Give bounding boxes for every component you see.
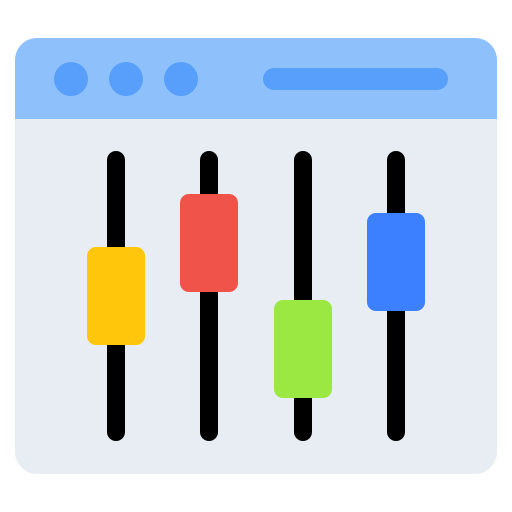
- address-bar[interactable]: [263, 68, 448, 90]
- maximize-icon[interactable]: [164, 62, 198, 96]
- equalizer-panel: [15, 119, 497, 474]
- app-window: [15, 38, 497, 474]
- close-icon[interactable]: [54, 62, 88, 96]
- slider-handle-4[interactable]: [367, 212, 425, 311]
- slider-handle-2[interactable]: [180, 193, 238, 292]
- slider-handle-3[interactable]: [274, 300, 332, 399]
- minimize-icon[interactable]: [109, 62, 143, 96]
- slider-channel-3: [274, 151, 332, 441]
- title-bar: [15, 38, 497, 119]
- slider-handle-1[interactable]: [87, 247, 145, 345]
- slider-channel-1: [87, 151, 145, 441]
- slider-channel-4: [367, 151, 425, 441]
- slider-channel-2: [180, 151, 238, 441]
